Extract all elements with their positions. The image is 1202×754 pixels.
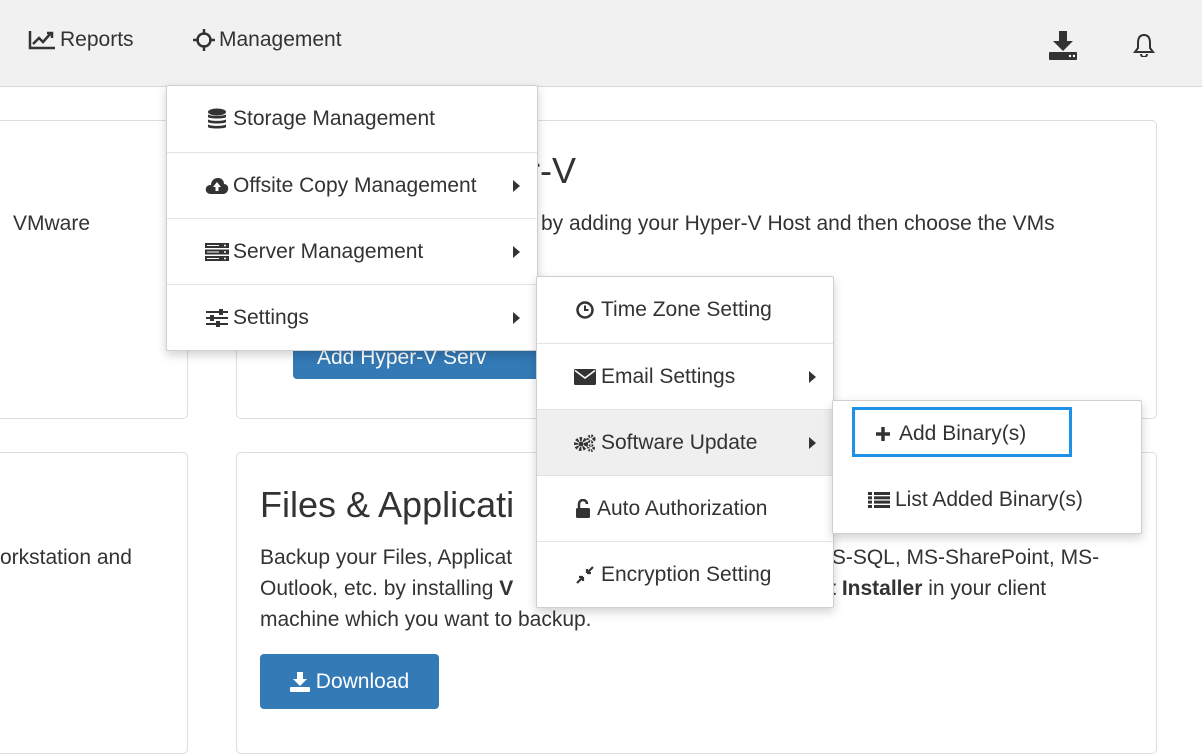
- menu-item-settings[interactable]: Settings: [167, 284, 537, 350]
- list-icon: [867, 492, 891, 508]
- left-panel-bottom-text: orkstation and: [0, 546, 132, 569]
- hyperv-description: by adding your Hyper-V Host and then cho…: [541, 212, 1055, 235]
- left-panel-top-text: VMware: [13, 212, 91, 235]
- menu-item-software-update[interactable]: Software Update: [537, 409, 833, 475]
- line-chart-icon: [28, 31, 55, 50]
- files-desc-line2-c: t Installer: [829, 577, 923, 600]
- cogs-icon: [573, 433, 597, 453]
- sliders-icon: [205, 308, 229, 327]
- menu-item-server-management[interactable]: Server Management: [167, 218, 537, 284]
- menu-item-auto-authorization[interactable]: Auto Authorization: [537, 475, 833, 541]
- nav-reports-link[interactable]: Reports: [28, 28, 134, 52]
- download-icon[interactable]: [1048, 30, 1078, 65]
- unlock-icon: [573, 498, 593, 519]
- nav-management-label: Management: [219, 28, 342, 51]
- files-desc-line2-b: V: [499, 577, 514, 600]
- menu-item-label: List Added Binary(s): [895, 488, 1083, 511]
- menu-item-label: Offsite Copy Management: [233, 173, 477, 197]
- chevron-right-icon: [809, 371, 816, 383]
- files-description-line1a: Backup your Files, Applicat: [260, 546, 513, 569]
- compress-icon: [573, 565, 597, 585]
- files-desc-line2-d: in your client: [922, 577, 1047, 600]
- menu-item-label: Encryption Setting: [601, 562, 772, 586]
- menu-item-label: Auto Authorization: [597, 496, 768, 520]
- left-panel-bottom: [0, 452, 188, 754]
- menu-item-label: Email Settings: [601, 364, 736, 388]
- chevron-right-icon: [513, 312, 520, 324]
- chevron-right-icon: [809, 437, 816, 449]
- clock-icon: [573, 301, 597, 319]
- menu-item-label: Settings: [233, 305, 309, 329]
- menu-item-label: Storage Management: [233, 107, 435, 130]
- files-description-line3: machine which you want to backup.: [260, 608, 592, 631]
- server-icon: [205, 242, 229, 261]
- download-icon: [289, 671, 310, 692]
- database-icon: [205, 108, 229, 130]
- focus-highlight: [852, 407, 1072, 457]
- cloud-upload-icon: [205, 177, 229, 195]
- files-applications-title: Files & Applicati: [260, 484, 515, 525]
- envelope-icon: [573, 368, 597, 385]
- crosshairs-icon: [193, 29, 215, 51]
- files-description-line2: Outlook, etc. by installing V: [260, 573, 513, 604]
- nav-management-link[interactable]: Management: [193, 28, 342, 52]
- menu-item-label: Server Management: [233, 239, 424, 263]
- menu-item-email-settings[interactable]: Email Settings: [537, 343, 833, 409]
- chevron-right-icon: [513, 246, 520, 258]
- bell-icon[interactable]: [1133, 33, 1155, 62]
- chevron-right-icon: [513, 180, 520, 192]
- download-button-label: Download: [315, 669, 410, 693]
- files-description-line1b: IS-SQL, MS-SharePoint, MS-: [826, 546, 1100, 569]
- download-button[interactable]: Download: [260, 654, 439, 709]
- menu-item-time-zone-setting[interactable]: Time Zone Setting: [537, 277, 833, 343]
- menu-item-list-added-binary[interactable]: List Added Binary(s): [833, 467, 1141, 533]
- top-navbar: Reports Management: [0, 0, 1202, 87]
- menu-item-encryption-setting[interactable]: Encryption Setting: [537, 541, 833, 607]
- nav-reports-label: Reports: [60, 28, 134, 51]
- files-description-line2-tail: t Installer in your client: [829, 573, 1046, 604]
- settings-submenu: Time Zone Setting Email Settings Softwar…: [536, 276, 834, 608]
- menu-item-label: Software Update: [601, 430, 758, 454]
- menu-item-offsite-copy-management[interactable]: Offsite Copy Management: [167, 152, 537, 218]
- left-panel-top: [0, 120, 188, 419]
- menu-item-storage-management[interactable]: Storage Management: [167, 86, 537, 152]
- menu-item-label: Time Zone Setting: [601, 298, 772, 321]
- files-desc-line2-a: Outlook, etc. by installing: [260, 577, 500, 600]
- management-dropdown: Storage Management Offsite Copy Manageme…: [166, 85, 538, 351]
- software-update-submenu: Add Binary(s) List Added Binary(s): [832, 400, 1142, 534]
